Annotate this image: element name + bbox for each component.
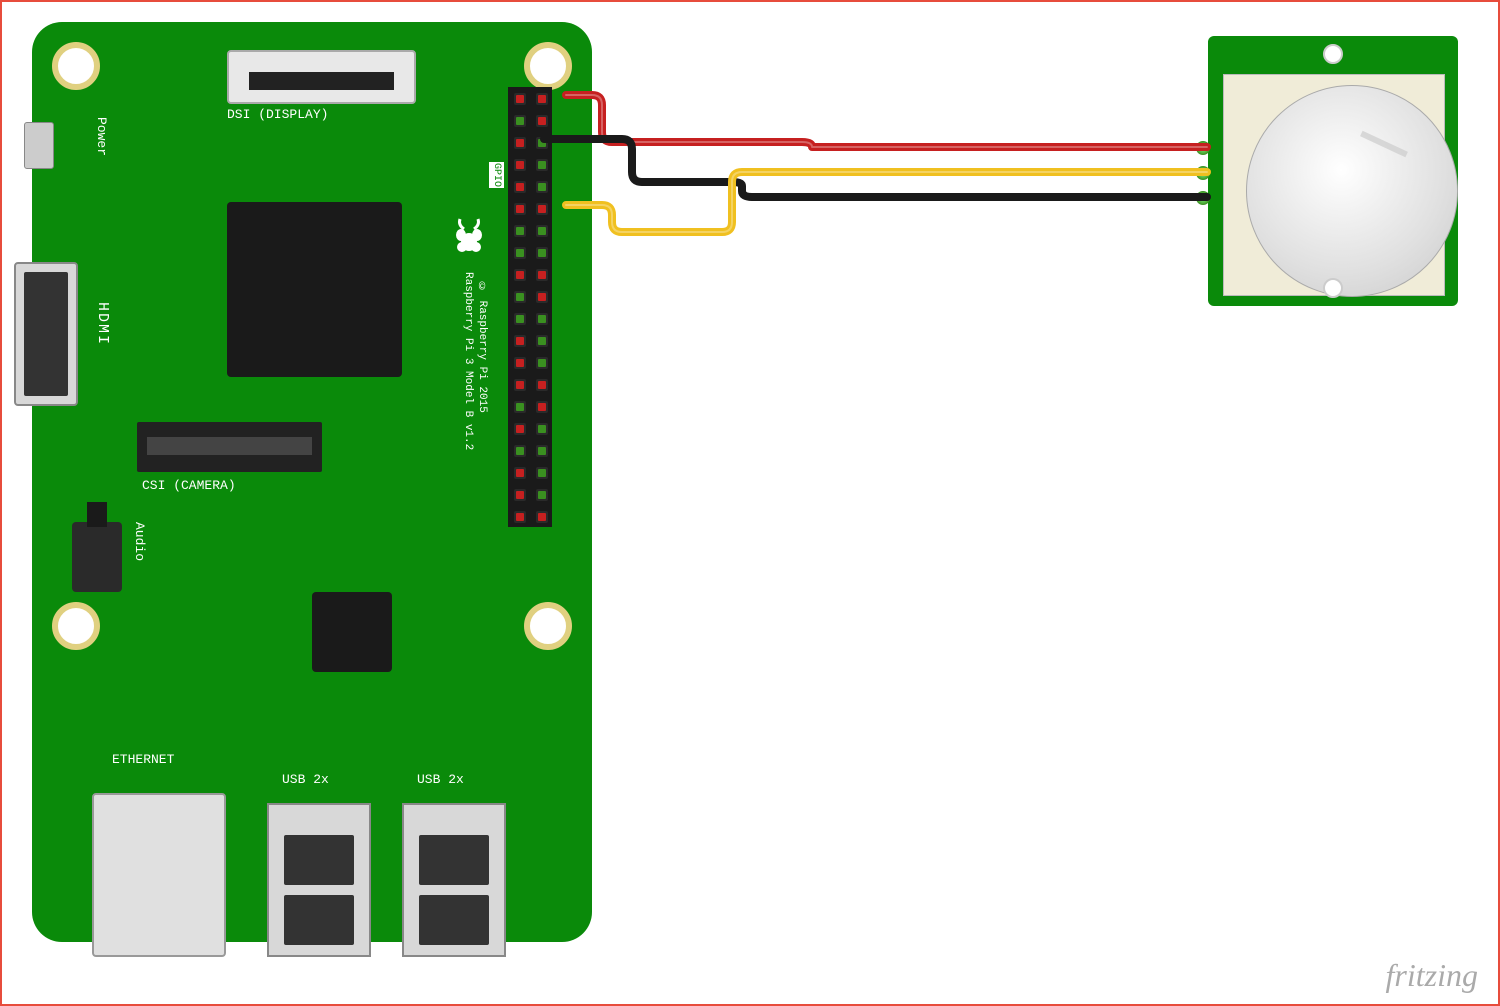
- wire-yellow: [2, 2, 1500, 1002]
- fritzing-credit: fritzing: [1386, 957, 1478, 994]
- wiring-diagram: Power DSI (DISPLAY) HDMI CSI (CAMERA) Au…: [0, 0, 1500, 1006]
